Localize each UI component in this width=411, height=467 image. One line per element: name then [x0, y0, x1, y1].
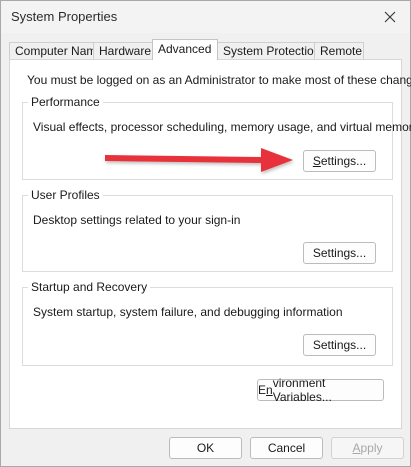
tab-computer-name[interactable]: Computer Name: [9, 42, 103, 59]
advanced-tab-panel: You must be logged on as an Administrato…: [9, 59, 411, 429]
tab-label: Remote: [320, 44, 363, 58]
close-button[interactable]: [370, 1, 410, 33]
button-mnemonic: S: [312, 154, 321, 168]
group-description: Desktop settings related to your sign-in: [33, 213, 241, 227]
button-label: ettings...: [320, 154, 367, 168]
system-properties-window: System Properties Computer Name Hardware…: [0, 0, 411, 467]
startup-recovery-settings-button[interactable]: Settings...: [303, 334, 376, 356]
tab-remote[interactable]: Remote: [314, 42, 364, 59]
apply-button[interactable]: Apply: [331, 437, 404, 459]
performance-settings-button[interactable]: Settings...: [303, 150, 376, 172]
red-arrow-icon: [105, 148, 293, 172]
tab-label: System Protection: [223, 44, 321, 58]
group-title: Startup and Recovery: [28, 280, 151, 294]
startup-recovery-group: Startup and Recovery System startup, sys…: [22, 280, 393, 366]
title-bar: System Properties: [1, 1, 410, 33]
group-description: System startup, system failure, and debu…: [33, 305, 343, 319]
button-label: Settings...: [312, 246, 367, 260]
button-label: Settings...: [312, 338, 367, 352]
button-label-rest: vironment Variables...: [272, 376, 332, 404]
button-label: pply: [360, 441, 383, 455]
close-icon: [384, 11, 396, 23]
button-label: OK: [196, 441, 215, 455]
user-profiles-group: User Profiles Desktop settings related t…: [22, 188, 393, 272]
group-title: User Profiles: [28, 188, 103, 202]
tab-label: Computer Name: [15, 44, 104, 58]
window-title: System Properties: [11, 9, 118, 24]
user-profiles-settings-button[interactable]: Settings...: [303, 242, 376, 264]
tab-hardware[interactable]: Hardware: [93, 42, 153, 59]
group-description: Visual effects, processor scheduling, me…: [33, 120, 411, 134]
admin-notice: You must be logged on as an Administrato…: [27, 73, 411, 87]
button-mnemonic: n: [266, 383, 273, 397]
group-title: Performance: [28, 95, 103, 109]
cancel-button[interactable]: Cancel: [250, 437, 323, 459]
tab-system-protection[interactable]: System Protection: [217, 42, 320, 59]
ok-button[interactable]: OK: [169, 437, 242, 459]
environment-variables-button[interactable]: En vironment Variables...: [257, 376, 384, 404]
tab-label: Hardware: [99, 44, 152, 58]
tab-advanced[interactable]: Advanced: [152, 39, 218, 60]
button-label-start: E: [258, 383, 267, 397]
button-label: Cancel: [267, 441, 306, 455]
button-mnemonic: A: [352, 441, 361, 455]
tab-label: Advanced: [158, 42, 212, 56]
